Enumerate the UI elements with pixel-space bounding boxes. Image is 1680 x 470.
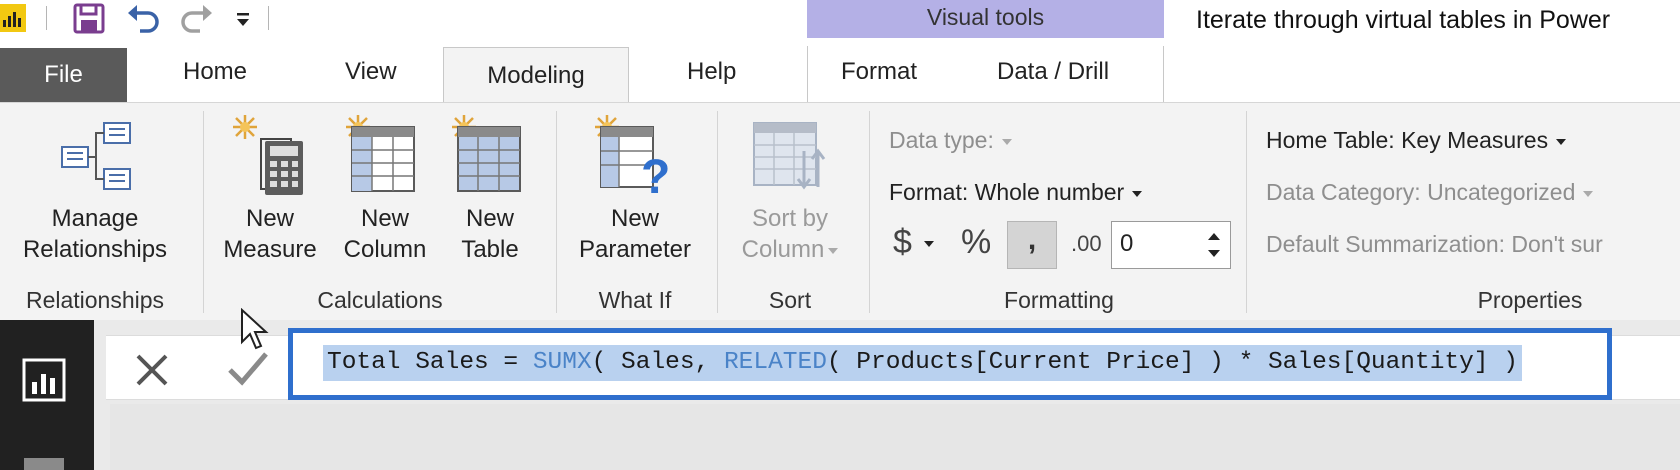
sort-by-column-label-line2: Column xyxy=(741,236,825,263)
powerbi-logo-icon xyxy=(0,4,26,32)
formula-input[interactable]: Total Sales = SUMX( Sales, RELATED( Prod… xyxy=(288,328,1612,400)
format-label: Format: Whole number xyxy=(889,179,1125,205)
manage-relationships-label-line1: Manage xyxy=(51,205,139,232)
new-parameter-label-line2: Parameter xyxy=(578,236,692,263)
group-separator xyxy=(869,111,870,313)
sort-by-column-icon xyxy=(753,122,826,190)
modeling-ribbon: Manage Relationships Relationships New M… xyxy=(0,102,1680,320)
cancel-formula-icon[interactable] xyxy=(132,350,172,390)
decimal-places-spinner[interactable]: 0 xyxy=(1111,221,1231,269)
format-dropdown[interactable]: Format: Whole number xyxy=(889,179,1143,206)
percent-format-button[interactable]: % xyxy=(961,223,991,262)
new-parameter-label-line1: New xyxy=(610,205,659,232)
svg-text:?: ? xyxy=(641,151,670,199)
function-sumx: SUMX xyxy=(532,349,592,376)
sort-by-column-label-line1: Sort by xyxy=(751,205,829,232)
relationships-group-label: Relationships xyxy=(25,287,165,313)
tab-format[interactable]: Format xyxy=(841,58,917,86)
currency-symbol: $ xyxy=(893,223,912,261)
manage-relationships-label-line2: Relationships xyxy=(22,236,168,263)
new-measure-label-line1: New xyxy=(245,205,294,232)
view-switcher-rail xyxy=(0,320,94,470)
tab-view[interactable]: View xyxy=(345,58,397,86)
home-table-label: Home Table: Key Measures xyxy=(1266,127,1549,153)
new-parameter-icon: ? xyxy=(595,115,670,199)
new-table-label-line1: New xyxy=(465,205,514,232)
redo-icon[interactable] xyxy=(176,4,216,33)
group-separator xyxy=(556,111,557,313)
data-type-caret-icon xyxy=(1001,138,1012,145)
mouse-cursor-icon xyxy=(241,308,269,350)
formatting-group-label: Formatting xyxy=(1004,287,1114,313)
visual-tools-label: Visual tools xyxy=(926,4,1045,30)
tab-file[interactable]: File xyxy=(0,48,127,102)
report-view-icon[interactable] xyxy=(22,358,66,402)
data-category-caret-icon xyxy=(1583,190,1594,197)
data-type-dropdown[interactable]: Data type: xyxy=(889,127,1012,154)
formula-part: ( Sales, xyxy=(591,349,724,376)
commit-formula-icon[interactable] xyxy=(226,348,270,388)
group-separator xyxy=(717,111,718,313)
data-category-label: Data Category: Uncategorized xyxy=(1266,179,1576,205)
formula-text[interactable]: Total Sales = SUMX( Sales, RELATED( Prod… xyxy=(323,345,1522,381)
format-caret-icon xyxy=(1132,190,1143,197)
data-type-label: Data type: xyxy=(889,127,994,153)
canvas-area xyxy=(110,404,1680,470)
currency-format-button[interactable]: $ xyxy=(893,223,934,262)
group-separator xyxy=(1246,111,1247,313)
quick-access-separator xyxy=(46,6,47,30)
decimal-places-icon: .00 xyxy=(1071,231,1102,256)
manage-relationships-icon xyxy=(61,122,131,190)
currency-caret-icon xyxy=(923,241,934,248)
undo-icon[interactable] xyxy=(124,4,164,33)
tab-data-drill[interactable]: Data / Drill xyxy=(997,58,1109,86)
title-bar: Visual tools Iterate through virtual tab… xyxy=(0,0,1680,46)
sort-by-column-caret-icon xyxy=(828,247,839,254)
new-table-icon xyxy=(452,115,521,192)
formula-part: ( Products[Current Price] ) * Sales[Quan… xyxy=(826,349,1518,376)
home-table-dropdown[interactable]: Home Table: Key Measures xyxy=(1266,127,1567,154)
properties-group-label: Properties xyxy=(1477,287,1583,313)
measure-name: Total Sales = xyxy=(327,349,533,376)
customize-quick-access-caret-icon[interactable] xyxy=(232,4,254,32)
new-measure-label-line2: Measure xyxy=(223,236,317,263)
tab-help[interactable]: Help xyxy=(687,58,736,86)
function-related: RELATED xyxy=(723,349,827,376)
new-measure-icon xyxy=(233,115,303,195)
spinner-arrows-icon[interactable] xyxy=(1206,230,1222,260)
ribbon-tab-row: File Home View Modeling Help Format Data… xyxy=(0,38,1680,103)
tab-modeling[interactable]: Modeling xyxy=(443,47,629,103)
tab-home[interactable]: Home xyxy=(183,58,247,86)
default-summarization-dropdown[interactable]: Default Summarization: Don't sur xyxy=(1266,231,1603,258)
new-column-label-line1: New xyxy=(360,205,409,232)
new-table-label-line2: Table xyxy=(461,236,519,263)
quick-access-separator xyxy=(268,6,269,30)
save-icon[interactable] xyxy=(70,3,108,34)
decimal-places-value: 0 xyxy=(1120,230,1134,257)
group-separator xyxy=(203,111,204,313)
home-table-caret-icon xyxy=(1556,138,1567,145)
sort-group-label: Sort xyxy=(768,287,812,313)
window-title: Iterate through virtual tables in Power xyxy=(1196,6,1611,34)
what-if-group-label: What If xyxy=(598,287,672,313)
comma-style-button[interactable]: , xyxy=(1007,221,1057,269)
new-column-label-line2: Column xyxy=(343,236,427,263)
new-column-icon xyxy=(346,115,415,192)
data-view-icon[interactable] xyxy=(22,456,66,470)
data-category-dropdown[interactable]: Data Category: Uncategorized xyxy=(1266,179,1594,206)
